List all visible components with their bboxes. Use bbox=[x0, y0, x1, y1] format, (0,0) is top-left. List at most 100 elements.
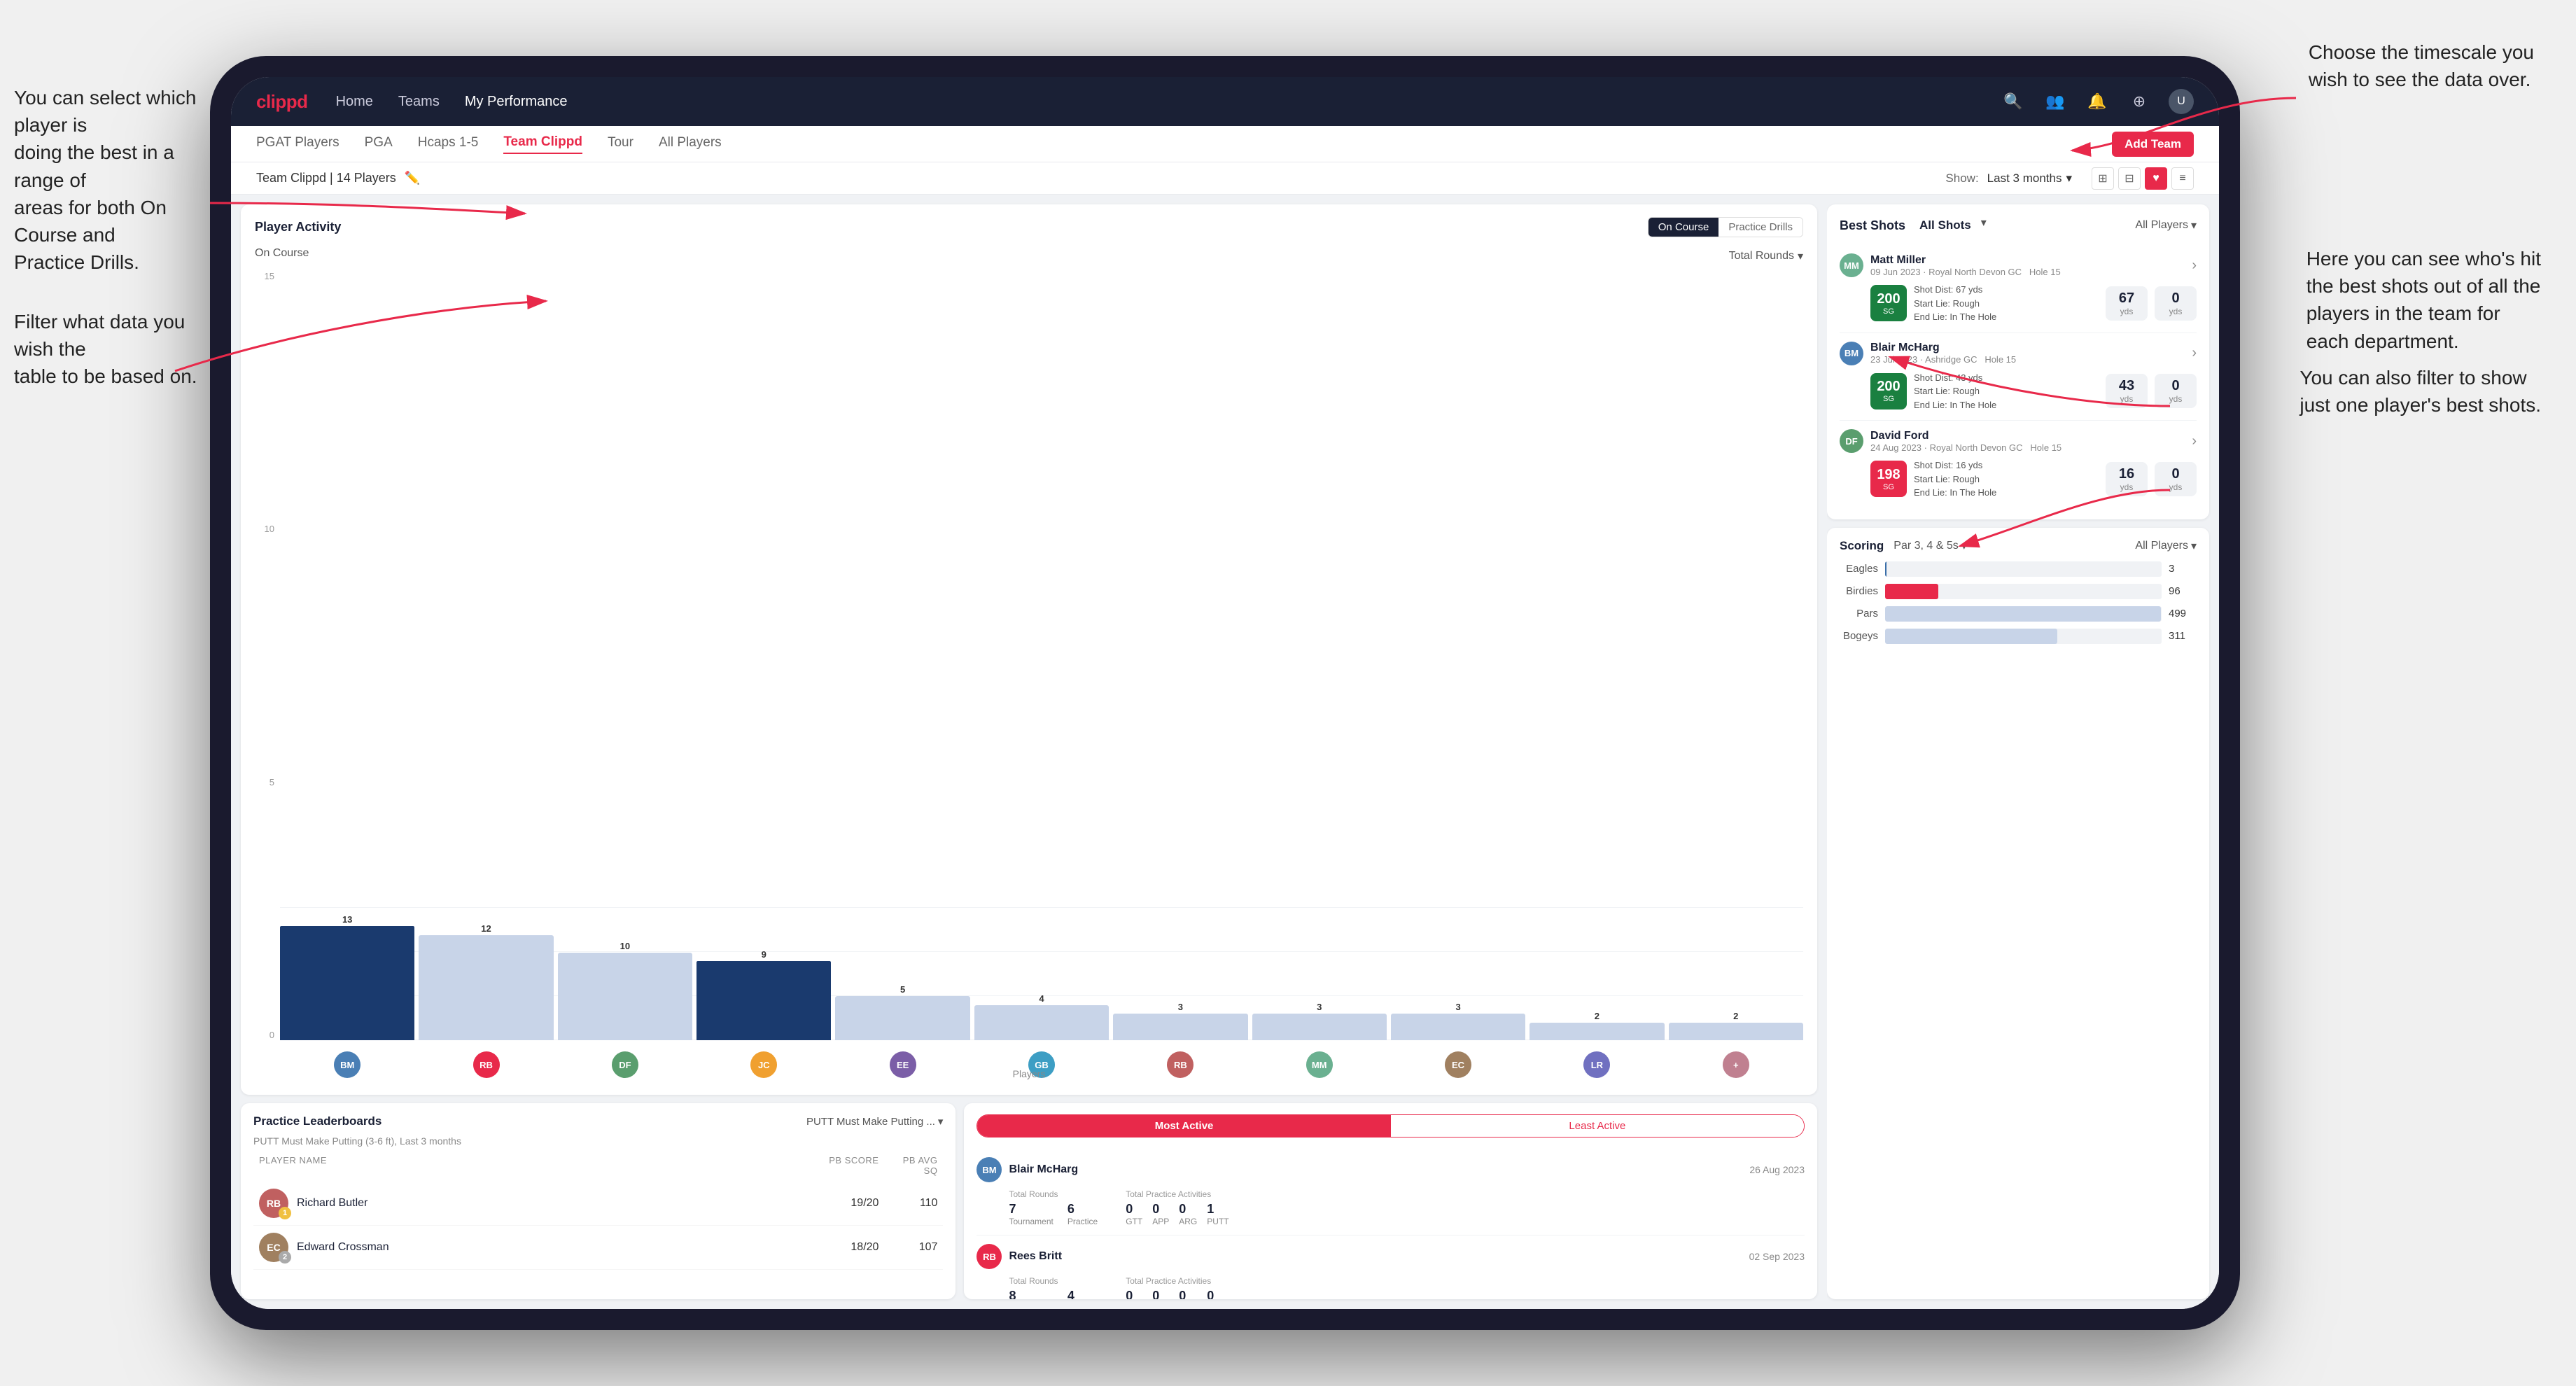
lb-dropdown[interactable]: PUTT Must Make Putting ... ▾ bbox=[806, 1115, 943, 1128]
shot-player-avatar-2[interactable]: DF bbox=[1840, 429, 1863, 453]
bar-7[interactable] bbox=[1252, 1014, 1387, 1040]
player-avatar-2[interactable]: DF bbox=[612, 1051, 638, 1078]
shot-badge-label-0: SG bbox=[1883, 307, 1894, 316]
all-players-chevron-icon: ▾ bbox=[2191, 218, 2197, 232]
shot-player-row-0: MM Matt Miller 09 Jun 2023 · Royal North… bbox=[1840, 253, 2197, 277]
scoring-all-players-dropdown[interactable]: All Players ▾ bbox=[2135, 539, 2197, 553]
nav-logo: clippd bbox=[256, 91, 308, 113]
most-active-tab[interactable]: Most Active bbox=[977, 1115, 1390, 1137]
add-team-button[interactable]: Add Team bbox=[2112, 132, 2194, 157]
chart-col-8: 3 bbox=[1391, 1002, 1525, 1040]
annotation-right-bot: You can also filter to showjust one play… bbox=[2300, 364, 2541, 419]
subnav-tour[interactable]: Tour bbox=[608, 135, 634, 153]
shot-player-avatar-0[interactable]: MM bbox=[1840, 253, 1863, 277]
shot-row-0: MM Matt Miller 09 Jun 2023 · Royal North… bbox=[1840, 245, 2197, 333]
least-active-tab[interactable]: Least Active bbox=[1391, 1115, 1804, 1137]
view-icons: ⊞ ⊟ ♥ ≡ bbox=[2092, 167, 2194, 190]
bar-label-2: 10 bbox=[620, 941, 630, 951]
shots-tabs: All Shots ▾ bbox=[1912, 216, 1987, 235]
shot-chevron-0[interactable]: › bbox=[2192, 258, 2197, 274]
right-panel: Best Shots All Shots ▾ All Players ▾ bbox=[1827, 195, 2219, 1309]
grid-view-icon[interactable]: ⊞ bbox=[2092, 167, 2114, 190]
bar-9[interactable] bbox=[1530, 1023, 1664, 1040]
player-avatar-4[interactable]: EE bbox=[890, 1051, 916, 1078]
bar-4[interactable] bbox=[835, 996, 969, 1040]
bar-3[interactable] bbox=[696, 961, 831, 1040]
active-player-avatar-1[interactable]: RB bbox=[976, 1244, 1002, 1269]
subnav-team-clippd[interactable]: Team Clippd bbox=[503, 134, 582, 154]
list-view-icon[interactable]: ⊟ bbox=[2118, 167, 2141, 190]
shot-detail-text-1: Shot Dist: 43 yds Start Lie: Rough End L… bbox=[1914, 371, 2099, 412]
nav-my-performance[interactable]: My Performance bbox=[465, 94, 568, 110]
subnav-all-players[interactable]: All Players bbox=[659, 135, 722, 153]
app-stat-0: 0 APP bbox=[1152, 1202, 1169, 1226]
lb-score-1: 18/20 bbox=[850, 1241, 878, 1254]
on-course-toggle[interactable]: On Course bbox=[1648, 218, 1719, 237]
y-label-10: 10 bbox=[265, 524, 274, 534]
avatar[interactable]: U bbox=[2169, 89, 2194, 114]
tournament-stat-0: 7 Tournament bbox=[1009, 1202, 1053, 1226]
scoring-val-bogeys: 311 bbox=[2169, 630, 2197, 642]
annotation-top-left: You can select which player isdoing the … bbox=[14, 84, 224, 276]
heart-view-icon[interactable]: ♥ bbox=[2145, 167, 2167, 190]
bell-icon[interactable]: 🔔 bbox=[2085, 89, 2110, 114]
shots-tab-all-shots[interactable]: All Shots bbox=[1912, 216, 1978, 235]
shot-player-row-2: DF David Ford 24 Aug 2023 · Royal North … bbox=[1840, 429, 2197, 453]
player-avatar-6[interactable]: RB bbox=[1167, 1051, 1194, 1078]
shot-badge-2: 198 SG bbox=[1870, 461, 1907, 497]
total-rounds-filter[interactable]: Total Rounds ▾ bbox=[1729, 249, 1803, 263]
circle-plus-icon[interactable]: ⊕ bbox=[2127, 89, 2152, 114]
active-player-avatar-0[interactable]: BM bbox=[976, 1157, 1002, 1182]
show-dropdown[interactable]: Last 3 months ▾ bbox=[1987, 172, 2072, 186]
bar-5[interactable] bbox=[974, 1005, 1109, 1040]
subnav-hcaps[interactable]: Hcaps 1-5 bbox=[418, 135, 479, 153]
top-nav: clippd Home Teams My Performance 🔍 👥 🔔 ⊕… bbox=[231, 77, 2219, 126]
active-player-name-0: Blair McHarg bbox=[1009, 1163, 1742, 1176]
shot-player-row-1: BM Blair McHarg 23 Jul 2023 · Ashridge G… bbox=[1840, 342, 2197, 365]
edit-team-icon[interactable]: ✏️ bbox=[405, 171, 420, 186]
bar-0[interactable] bbox=[280, 926, 414, 1040]
annotation-top-right-text: Choose the timescale youwish to see the … bbox=[2309, 41, 2534, 90]
shot-badge-value-1: 200 bbox=[1877, 379, 1900, 395]
player-avatar-8[interactable]: EC bbox=[1445, 1051, 1471, 1078]
player-avatar-3[interactable]: JC bbox=[750, 1051, 777, 1078]
scoring-bar-fill-bogeys bbox=[1885, 629, 2057, 644]
nav-links: Home Teams My Performance bbox=[336, 94, 568, 110]
practice-stat-1: 4 Practice bbox=[1068, 1289, 1098, 1299]
search-icon[interactable]: 🔍 bbox=[2001, 89, 2026, 114]
player-avatar-7[interactable]: MM bbox=[1306, 1051, 1333, 1078]
bar-10[interactable] bbox=[1669, 1023, 1803, 1040]
player-avatar-1[interactable]: RB bbox=[473, 1051, 500, 1078]
bottom-row: Practice Leaderboards PUTT Must Make Put… bbox=[241, 1103, 1817, 1299]
stat-pill-value-0a: 67 bbox=[2119, 290, 2134, 307]
bar-8[interactable] bbox=[1391, 1014, 1525, 1040]
nav-teams[interactable]: Teams bbox=[398, 94, 440, 110]
bar-6[interactable] bbox=[1113, 1014, 1247, 1040]
player-avatar-9[interactable]: LR bbox=[1583, 1051, 1610, 1078]
scoring-bar-fill-pars bbox=[1885, 606, 2161, 622]
scoring-par-dropdown[interactable]: Par 3, 4 & 5s ▾ bbox=[1893, 539, 1967, 553]
stat-pill-value-0b: 0 bbox=[2171, 290, 2179, 307]
nav-home[interactable]: Home bbox=[336, 94, 373, 110]
practice-drills-toggle[interactable]: Practice Drills bbox=[1718, 218, 1802, 237]
scoring-row-bogeys: Bogeys 311 bbox=[1840, 629, 2197, 644]
shot-chevron-2[interactable]: › bbox=[2192, 433, 2197, 449]
bar-1[interactable] bbox=[419, 935, 553, 1040]
subnav-pgat[interactable]: PGAT Players bbox=[256, 135, 340, 153]
practice-activities-block-0: Total Practice Activities 0 GTT 0 bbox=[1126, 1189, 1228, 1226]
player-avatar-0[interactable]: BM bbox=[334, 1051, 360, 1078]
player-avatar-10[interactable]: + bbox=[1723, 1051, 1749, 1078]
bar-2[interactable] bbox=[558, 953, 692, 1040]
active-player-header-0: BM Blair McHarg 26 Aug 2023 bbox=[976, 1157, 1805, 1182]
shot-player-info-1: Blair McHarg 23 Jul 2023 · Ashridge GC H… bbox=[1870, 342, 2016, 365]
lb-player-name-0: Richard Butler bbox=[297, 1197, 850, 1210]
shot-player-avatar-1[interactable]: BM bbox=[1840, 342, 1863, 365]
stat-pill-value-2a: 16 bbox=[2119, 466, 2134, 482]
people-icon[interactable]: 👥 bbox=[2043, 89, 2068, 114]
active-player-date-0: 26 Aug 2023 bbox=[1749, 1164, 1805, 1175]
shot-chevron-1[interactable]: › bbox=[2192, 345, 2197, 361]
subnav-pga[interactable]: PGA bbox=[365, 135, 393, 153]
scoring-par-chevron-icon: ▾ bbox=[1961, 539, 1967, 553]
detail-view-icon[interactable]: ≡ bbox=[2171, 167, 2194, 190]
all-players-dropdown[interactable]: All Players ▾ bbox=[2135, 218, 2197, 232]
